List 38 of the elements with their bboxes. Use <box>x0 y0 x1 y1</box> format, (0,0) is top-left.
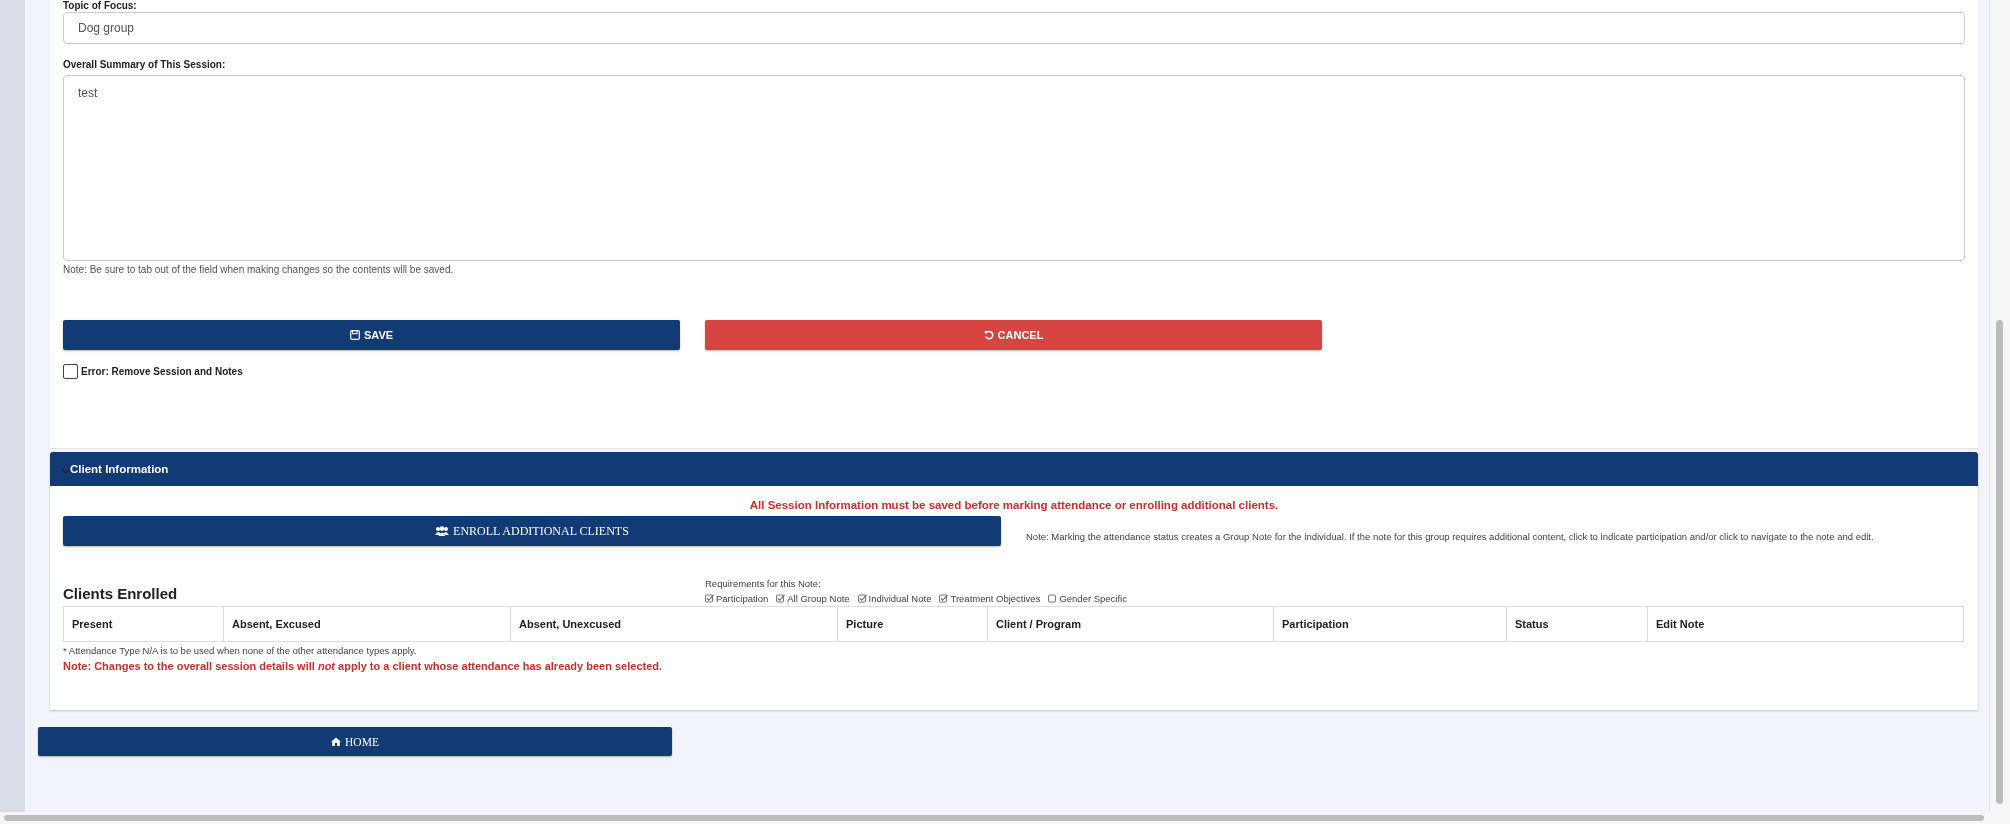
section-heading: Clients Enrolled <box>63 585 179 604</box>
requirement-label: All Group Note <box>787 593 850 604</box>
column-header: Absent, Unexcused <box>511 607 838 641</box>
note-text: Note: Marking the attendance status creates a Group Note for the individual. If the note for this group requires additional content, click to indicate participation and/or click to navigate to the note and edit. <box>1026 530 1874 542</box>
requirement-label: Gender Specific <box>1059 593 1127 604</box>
topic-field[interactable]: Dog group <box>63 12 1965 44</box>
section-title: Client Information <box>70 463 169 475</box>
undo-icon <box>983 330 994 340</box>
users-icon <box>435 526 450 536</box>
column-header: Participation <box>1274 607 1507 641</box>
column-header: Status <box>1507 607 1648 641</box>
save-button[interactable]: SAVE <box>63 320 680 350</box>
field-label: Overall Summary of This Session: <box>63 59 227 70</box>
warning-text: Note: Changes to the overall session details will not apply to a client whose attendance has already been selected. <box>63 660 664 672</box>
checkbox[interactable] <box>63 364 78 379</box>
requirement-label: Participation <box>716 593 769 604</box>
home-button[interactable]: HOME <box>38 727 672 756</box>
column-header: Picture <box>838 607 988 641</box>
note-text: Note: Be sure to tab out of the field when making changes so the contents will be saved. <box>63 264 455 275</box>
enroll-button[interactable]: ENROLL ADDITIONAL CLIENTS <box>63 516 1001 546</box>
requirements-label: Requirements for this Note: <box>705 578 822 589</box>
column-header: Absent, Excused <box>224 607 511 641</box>
scrollbar-thumb[interactable] <box>4 815 1984 821</box>
cancel-button[interactable]: CANCEL <box>705 320 1322 350</box>
requirement-label: Treatment Objectives <box>950 593 1041 604</box>
requirement-label: Individual Note <box>868 593 932 604</box>
column-header: Present <box>64 607 224 641</box>
section-header[interactable]: Client Information <box>50 452 1978 486</box>
summary-field[interactable]: test <box>63 75 1965 261</box>
footnote: * Attendance Type N/A is to be used when none of the other attendance types apply. <box>63 645 418 656</box>
column-header: Client / Program <box>988 607 1274 641</box>
home-icon <box>331 737 342 746</box>
floppy-icon <box>349 330 360 340</box>
column-header: Edit Note <box>1655 617 1706 632</box>
scrollbar-thumb[interactable] <box>1996 320 2003 804</box>
warning-text: All Session Information must be saved before marking attendance or enrolling additional clients. <box>748 499 1280 513</box>
checkbox-label: Error: Remove Session and Notes <box>81 366 243 377</box>
field-label: Topic of Focus: <box>63 0 138 12</box>
